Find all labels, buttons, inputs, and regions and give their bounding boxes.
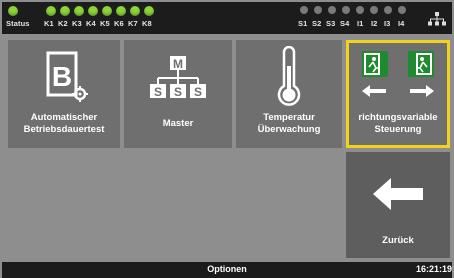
tile-temperature-label-1: Temperatur [263, 112, 315, 123]
status-bar: Status K1 K2 K3 K4 K5 K6 K7 K8 S1 S2 S3 … [2, 2, 452, 34]
master-icon-letter: M [173, 57, 183, 71]
empty-area [8, 152, 342, 258]
i1-label: I1 [357, 19, 364, 28]
network-icon [428, 12, 446, 26]
i3-label: I3 [384, 19, 391, 28]
k7-label: K7 [128, 19, 138, 28]
tile-automatic-duration-test-label-2: Betriebsdauertest [23, 124, 105, 135]
k8-led [144, 6, 154, 16]
s4-label: S4 [340, 19, 350, 28]
slave-icon-letter-3: S [194, 85, 202, 99]
i4-label: I4 [398, 19, 405, 28]
s4-led [342, 6, 350, 14]
k6-label: K6 [114, 19, 124, 28]
k8-label: K8 [142, 19, 152, 28]
s2-label: S2 [312, 19, 322, 28]
k1-led [46, 6, 56, 16]
s1-label: S1 [298, 19, 308, 28]
tile-direction-label-2: Steuerung [374, 124, 422, 135]
k3-label: K3 [72, 19, 82, 28]
tile-temperature-monitoring[interactable]: Temperatur Überwachung [236, 40, 342, 148]
s1-led [300, 6, 308, 14]
i4-led [398, 6, 406, 14]
i1-led [356, 6, 364, 14]
k2-label: K2 [58, 19, 68, 28]
k1-label: K1 [44, 19, 54, 28]
k5-label: K5 [100, 19, 110, 28]
battery-letter: B [52, 61, 72, 92]
exit-direction-icon [362, 51, 434, 97]
k3-led [74, 6, 84, 16]
tile-master-label: Master [162, 118, 194, 129]
thermometer-icon [277, 46, 301, 106]
i2-label: I2 [371, 19, 378, 28]
k4-label: K4 [86, 19, 96, 28]
tile-master[interactable]: M S S S Master [124, 40, 232, 148]
k6-led [116, 6, 126, 16]
i2-led [370, 6, 378, 14]
tile-direction-label-1: richtungsvariable [358, 112, 438, 123]
status-led [8, 6, 18, 16]
tile-automatic-duration-test[interactable]: B Automatischer Betriebsdauertest [8, 40, 120, 148]
s3-label: S3 [326, 19, 336, 28]
k4-led [88, 6, 98, 16]
k5-led [102, 6, 112, 16]
battery-test-icon: B [46, 51, 88, 102]
tile-direction-variable-control[interactable]: richtungsvariable Steuerung [346, 40, 450, 148]
s3-led [328, 6, 336, 14]
tile-temperature-label-2: Überwachung [257, 124, 321, 135]
k2-led [60, 6, 70, 16]
tile-automatic-duration-test-label-1: Automatischer [30, 112, 98, 123]
master-hierarchy-icon: M S S S [150, 56, 206, 99]
status-label: Status [6, 19, 30, 28]
screen: Status K1 K2 K3 K4 K5 K6 K7 K8 S1 S2 S3 … [0, 0, 454, 278]
slave-icon-letter-1: S [154, 85, 162, 99]
back-label: Zurück [382, 235, 414, 246]
back-button[interactable]: Zurück [346, 152, 450, 258]
slave-icon-letter-2: S [174, 85, 182, 99]
k7-led [130, 6, 140, 16]
i3-led [384, 6, 392, 14]
bottom-bar: Optionen 16:21:19 [2, 262, 452, 278]
s2-led [314, 6, 322, 14]
options-button[interactable]: Optionen [2, 264, 452, 274]
clock: 16:21:19 [415, 264, 452, 274]
arrow-left-icon [373, 178, 423, 210]
